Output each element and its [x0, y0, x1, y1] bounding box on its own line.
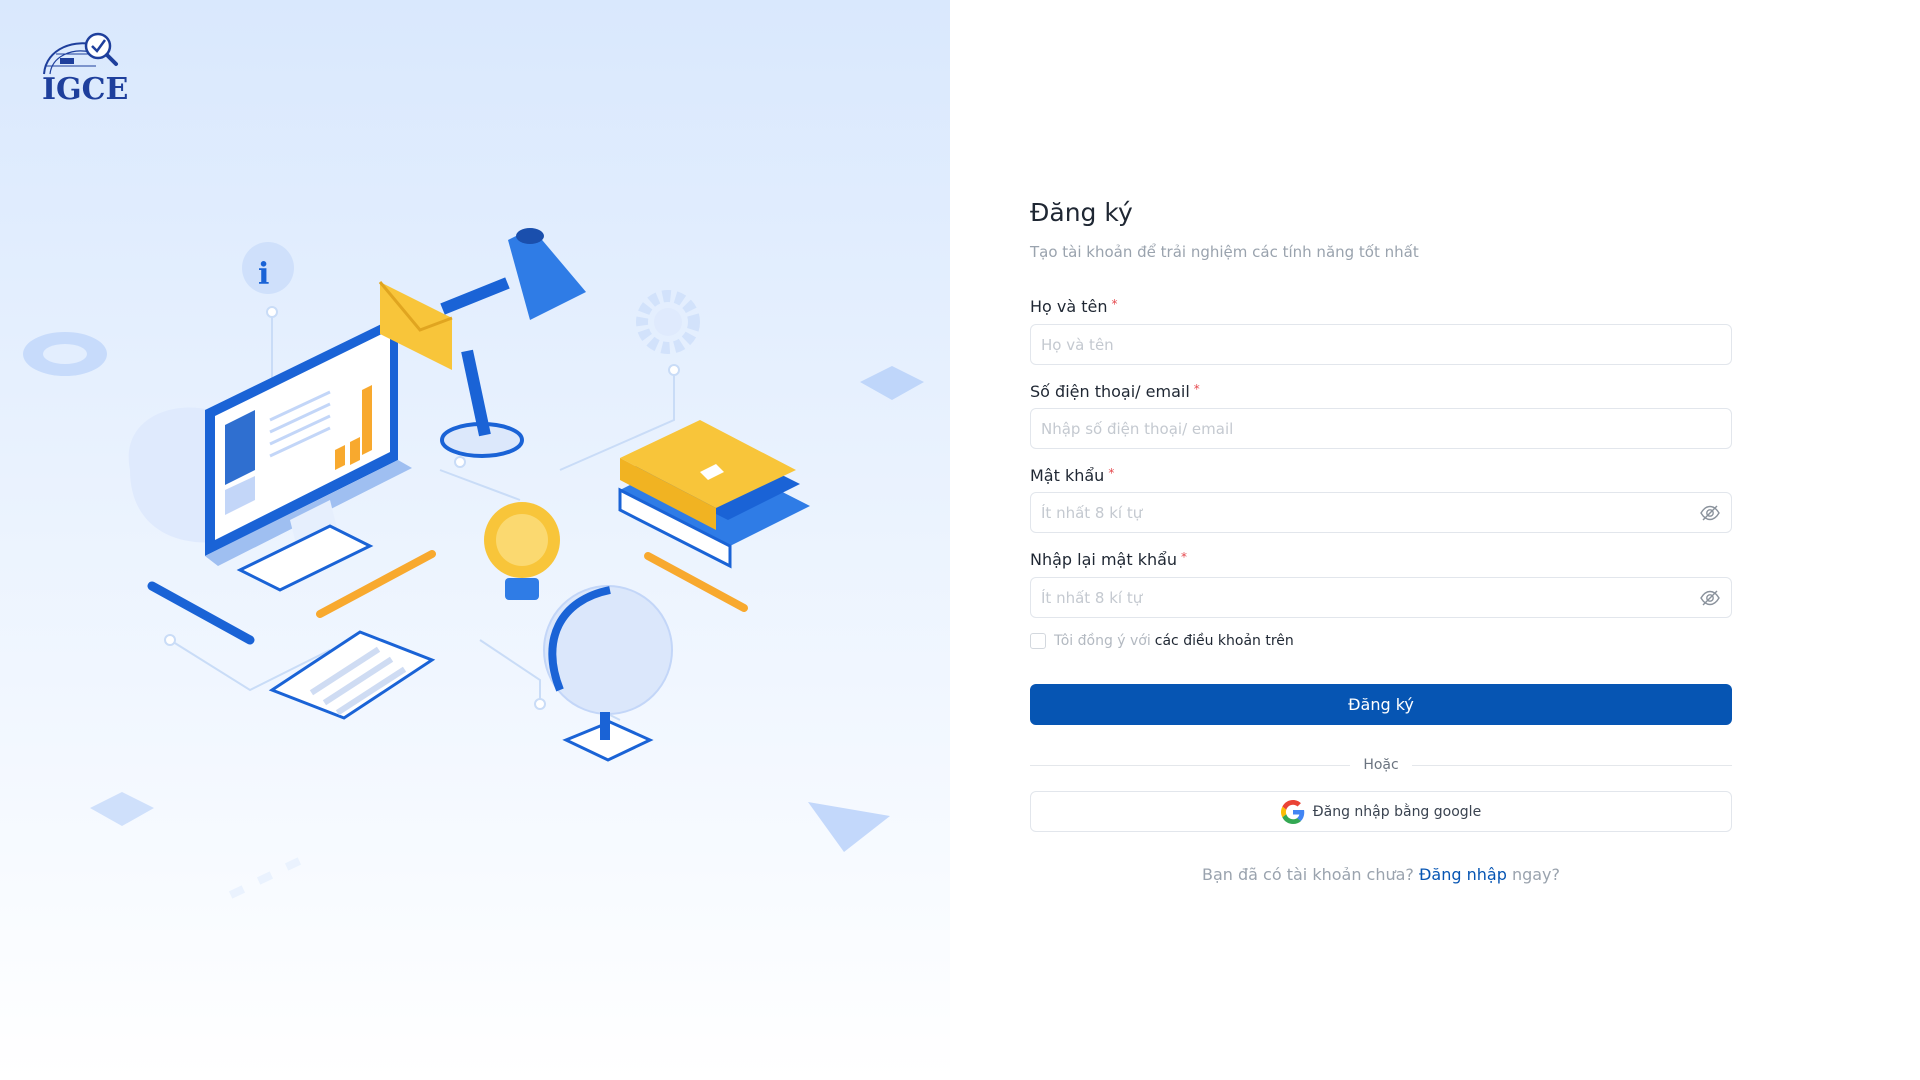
form-title: Đăng ký: [1030, 198, 1133, 227]
register-button[interactable]: Đăng ký: [1030, 684, 1732, 725]
required-marker: *: [1181, 550, 1188, 564]
eye-off-icon[interactable]: [1699, 503, 1721, 523]
contact-label: Số điện thoại/ email *: [1030, 382, 1200, 401]
login-prompt-prefix: Bạn đã có tài khoản chưa?: [1201, 865, 1414, 884]
required-marker: *: [1193, 382, 1200, 396]
svg-text:i: i: [258, 257, 269, 292]
logo-text: IGCE: [42, 72, 129, 107]
password-label-text: Mật khẩu: [1030, 466, 1105, 485]
hero-panel: i IGCE: [0, 0, 950, 1080]
contact-label-text: Số điện thoại/ email: [1030, 382, 1190, 401]
password-input-wrapper: [1030, 492, 1732, 533]
contact-input-wrapper: [1030, 408, 1732, 449]
login-link[interactable]: Đăng nhập: [1419, 865, 1507, 884]
password-input[interactable]: [1031, 493, 1731, 532]
confirm-password-input-wrapper: [1030, 577, 1732, 618]
fullname-label: Họ và tên *: [1030, 297, 1118, 316]
terms-link[interactable]: các điều khoản trên: [1155, 633, 1294, 649]
confirm-password-label: Nhập lại mật khẩu *: [1030, 550, 1187, 569]
terms-agreement: Tôi đồng ý với các điều khoản trên: [1030, 633, 1294, 649]
required-marker: *: [1108, 466, 1115, 480]
contact-input[interactable]: [1031, 409, 1731, 448]
login-prompt: Bạn đã có tài khoản chưa? Đăng nhập ngay…: [1030, 865, 1732, 884]
divider-line-right: [1412, 765, 1732, 766]
confirm-password-label-text: Nhập lại mật khẩu: [1030, 550, 1178, 569]
required-marker: *: [1111, 297, 1118, 311]
terms-checkbox[interactable]: [1030, 633, 1046, 649]
register-page: i IGCE Đăng ký Tạo tài khoản để trải ngh…: [0, 0, 1920, 1080]
workspace-illustration: i: [23, 228, 924, 899]
google-login-label: Đăng nhập bằng google: [1312, 803, 1482, 820]
google-login-button[interactable]: Đăng nhập bằng google: [1030, 791, 1732, 832]
password-label: Mật khẩu *: [1030, 466, 1114, 485]
or-divider: Hoặc: [1030, 756, 1732, 776]
igce-logo[interactable]: IGCE: [36, 30, 136, 122]
eye-off-icon[interactable]: [1699, 588, 1721, 608]
fullname-label-text: Họ và tên: [1030, 297, 1108, 316]
form-subtitle: Tạo tài khoản để trải nghiệm các tính nă…: [1030, 243, 1419, 261]
fullname-input[interactable]: [1031, 325, 1731, 364]
google-icon: [1280, 799, 1305, 824]
fullname-input-wrapper: [1030, 324, 1732, 365]
confirm-password-input[interactable]: [1031, 578, 1731, 617]
login-prompt-suffix: ngay?: [1511, 865, 1560, 884]
terms-text: Tôi đồng ý với: [1054, 633, 1151, 649]
